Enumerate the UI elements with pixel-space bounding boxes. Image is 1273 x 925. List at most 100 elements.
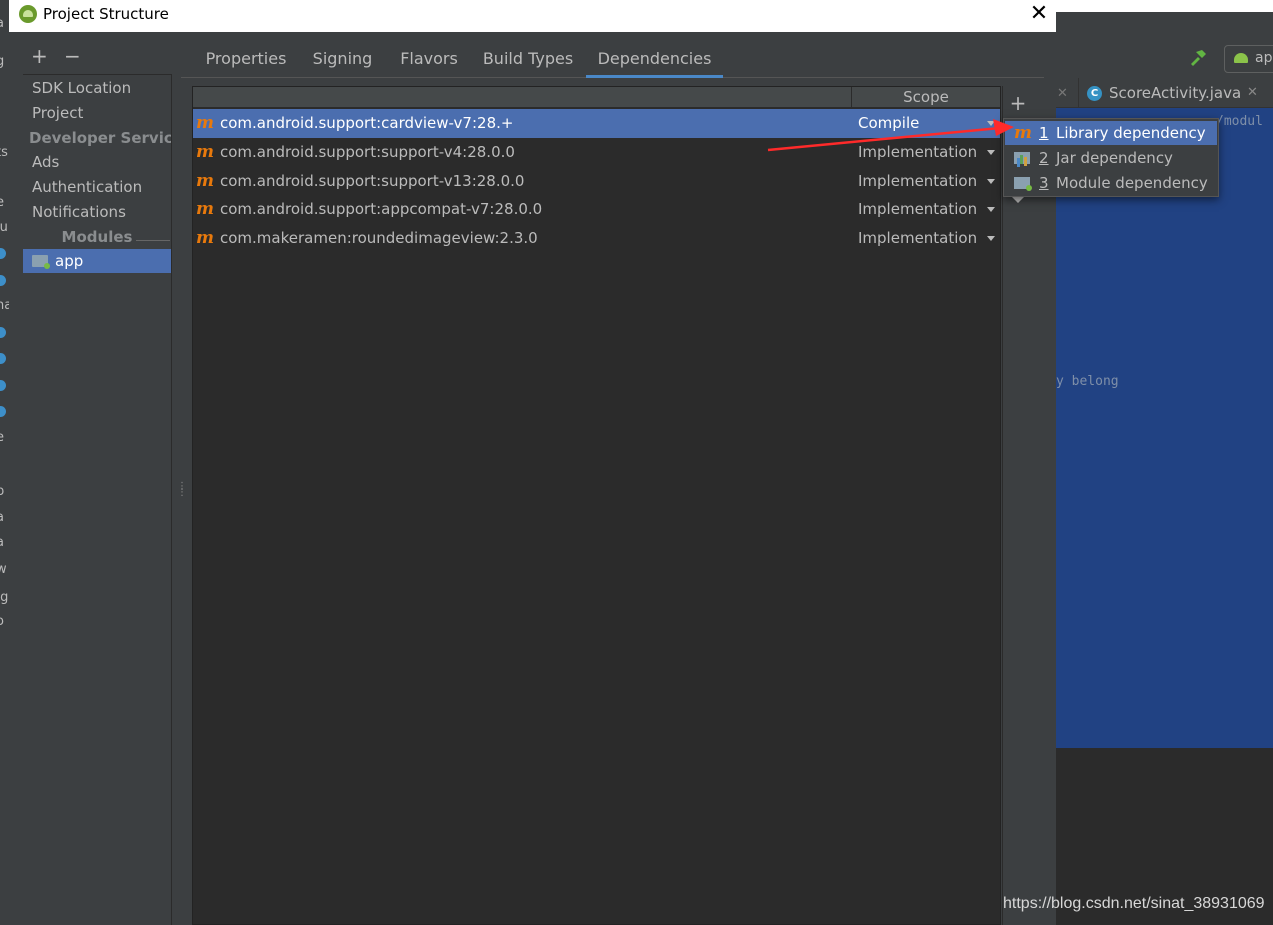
file-type-icon xyxy=(0,275,6,286)
chevron-down-icon[interactable] xyxy=(987,179,995,184)
popup-item-label: Library dependency xyxy=(1056,124,1206,142)
background-text-fragment: .g xyxy=(0,590,9,605)
sidebar: SDK Location Project Developer Servic...… xyxy=(23,74,172,925)
maven-icon: m xyxy=(196,113,214,133)
chevron-down-icon[interactable] xyxy=(987,150,995,155)
background-editor xyxy=(1056,108,1273,748)
code-fragment: y belong xyxy=(1056,374,1119,389)
popup-item-library-dependency[interactable]: m 1 Library dependency xyxy=(1005,121,1217,145)
table-row[interactable]: m com.android.support:support-v13:28.0.0… xyxy=(193,167,1000,196)
dependency-scope[interactable]: Implementation xyxy=(858,138,977,167)
background-text-fragment: na xyxy=(0,298,9,313)
splitter-handle[interactable]: ⋮ ⋮ xyxy=(177,482,187,502)
sidebar-item-notifications[interactable]: Notifications xyxy=(23,200,171,224)
dependency-name: com.android.support:support-v4:28.0.0 xyxy=(220,143,515,161)
title-bar: Project Structure ✕ xyxy=(9,0,1056,32)
background-left-strip: agtselunaepaaw.go xyxy=(0,0,9,925)
java-class-icon: C xyxy=(1087,86,1102,101)
close-button[interactable]: ✕ xyxy=(1027,2,1051,26)
background-text-fragment: e xyxy=(0,430,4,445)
popup-item-jar-dependency[interactable]: 2 Jar dependency xyxy=(1005,146,1217,170)
table-header: Scope xyxy=(193,87,1000,108)
editor-tab-close-icon[interactable]: ✕ xyxy=(1247,85,1258,100)
table-row[interactable]: m com.android.support:cardview-v7:28.+ C… xyxy=(193,109,1000,138)
background-toolbar: ap xyxy=(1056,12,1273,78)
sidebar-item-label: app xyxy=(55,252,84,270)
add-dependency-popup: m 1 Library dependency 2 Jar dependency … xyxy=(1003,118,1219,197)
hammer-icon[interactable] xyxy=(1188,48,1208,68)
watermark: https://blog.csdn.net/sinat_38931069 xyxy=(1003,895,1265,912)
tab-dependencies[interactable]: Dependencies xyxy=(586,42,723,78)
add-dependency-button[interactable]: + xyxy=(1007,92,1029,114)
dependency-scope[interactable]: Implementation xyxy=(858,224,977,253)
add-module-button[interactable]: + xyxy=(31,44,48,68)
popup-item-number: 3 xyxy=(1039,174,1049,192)
table-row[interactable]: m com.android.support:appcompat-v7:28.0.… xyxy=(193,195,1000,224)
remove-module-button[interactable]: − xyxy=(64,44,81,68)
dependency-name: com.android.support:appcompat-v7:28.0.0 xyxy=(220,200,543,218)
tab-properties[interactable]: Properties xyxy=(191,42,301,78)
sidebar-item-authentication[interactable]: Authentication xyxy=(23,175,171,199)
sidebar-item-project[interactable]: Project xyxy=(23,101,171,125)
run-config-label: ap xyxy=(1255,50,1273,66)
background-text-fragment: p xyxy=(0,484,5,499)
tab-bar: Properties Signing Flavors Build Types D… xyxy=(181,42,1044,78)
run-config-selector[interactable]: ap xyxy=(1224,45,1273,73)
maven-icon: m xyxy=(196,142,214,162)
jar-folder-icon xyxy=(1014,152,1030,164)
sidebar-item-ads[interactable]: Ads xyxy=(23,150,171,174)
dependency-name: com.android.support:support-v13:28.0.0 xyxy=(220,172,525,190)
code-fragment: /modul xyxy=(1216,114,1263,129)
dependency-name: com.makeramen:roundedimageview:2.3.0 xyxy=(220,229,538,247)
dependency-name: com.android.support:cardview-v7:28.+ xyxy=(220,114,514,132)
module-folder-icon xyxy=(1014,177,1032,191)
background-text-fragment: e xyxy=(0,195,4,210)
editor-tab-label: ScoreActivity.java xyxy=(1109,84,1242,102)
module-folder-icon xyxy=(32,255,50,269)
tab-signing[interactable]: Signing xyxy=(299,42,386,78)
android-studio-icon xyxy=(19,5,37,23)
popup-item-label: Module dependency xyxy=(1056,174,1208,192)
background-text-fragment: a xyxy=(0,535,4,550)
popup-item-label: Jar dependency xyxy=(1056,149,1173,167)
popup-item-module-dependency[interactable]: 3 Module dependency xyxy=(1005,171,1217,195)
chevron-down-icon[interactable] xyxy=(987,236,995,241)
file-type-icon xyxy=(0,406,6,417)
background-text-fragment: o xyxy=(0,614,4,629)
editor-tab-scoreactivity[interactable]: C ScoreActivity.java ✕ xyxy=(1078,78,1268,108)
project-structure-dialog: Project Structure ✕ + − SDK Location Pro… xyxy=(9,0,1056,925)
background-text-fragment: w xyxy=(0,562,7,577)
sidebar-toolbar: + − xyxy=(21,44,171,70)
sidebar-item-sdk-location[interactable]: SDK Location xyxy=(23,76,171,100)
file-type-icon xyxy=(0,353,6,364)
chevron-down-icon[interactable] xyxy=(987,121,995,126)
background-text-fragment: lu xyxy=(0,220,8,235)
android-icon xyxy=(1234,53,1248,63)
table-row[interactable]: m com.android.support:support-v4:28.0.0 … xyxy=(193,138,1000,167)
maven-icon: m xyxy=(196,228,214,248)
table-row[interactable]: m com.makeramen:roundedimageview:2.3.0 I… xyxy=(193,224,1000,253)
dependency-scope[interactable]: Implementation xyxy=(858,167,977,196)
tab-flavors[interactable]: Flavors xyxy=(385,42,473,78)
dialog-title: Project Structure xyxy=(43,5,169,23)
dependencies-table: Scope m com.android.support:cardview-v7:… xyxy=(192,86,1001,925)
move-down-icon[interactable] xyxy=(1011,196,1025,203)
maven-icon: m xyxy=(1014,123,1032,143)
background-text-fragment: g xyxy=(0,54,5,69)
scope-column-header[interactable]: Scope xyxy=(852,87,1000,108)
dependency-scope[interactable]: Implementation xyxy=(858,195,977,224)
background-window-strip xyxy=(1056,0,1273,12)
maven-icon: m xyxy=(196,199,214,219)
file-type-icon xyxy=(0,380,6,391)
tab-build-types[interactable]: Build Types xyxy=(471,42,585,78)
sidebar-item-app[interactable]: app xyxy=(23,249,171,273)
background-text-fragment: a xyxy=(0,16,4,31)
background-text-fragment: a xyxy=(0,510,4,525)
editor-tab-close-icon[interactable]: ✕ xyxy=(1057,86,1068,101)
popup-item-number: 1 xyxy=(1039,124,1049,142)
dependency-scope[interactable]: Compile xyxy=(858,109,919,138)
file-type-icon xyxy=(0,248,6,259)
chevron-down-icon[interactable] xyxy=(987,207,995,212)
maven-icon: m xyxy=(196,171,214,191)
sidebar-section-modules: Modules xyxy=(23,225,171,249)
